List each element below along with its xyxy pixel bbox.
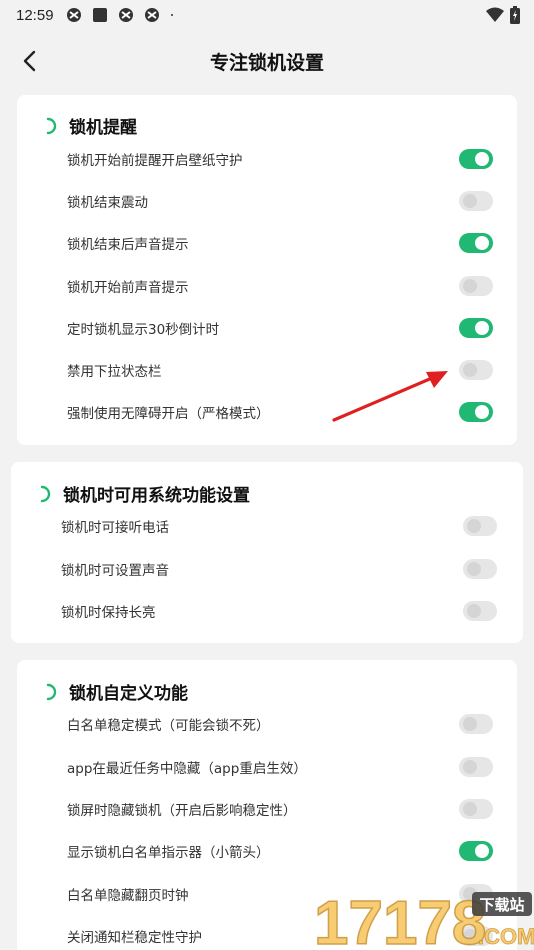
setting-label: 定时锁机显示30秒倒计时 [67, 322, 220, 338]
toggle-knob [463, 802, 477, 816]
status-bar: 12:59 [0, 0, 534, 30]
setting-label: 禁用下拉状态栏 [67, 364, 162, 380]
square-notification-icon [92, 8, 107, 22]
section-card-system-functions: 锁机时可用系统功能设置 锁机时可接听电话 锁机时可设置声音 锁机时保持长亮 [11, 462, 523, 643]
setting-label: 锁机时保持长亮 [61, 605, 156, 621]
toggle-knob [475, 405, 489, 419]
setting-row: 显示锁机白名单指示器（小箭头） [67, 830, 493, 872]
toggle-switch[interactable] [459, 149, 493, 169]
loading-arc-icon [46, 683, 57, 700]
watermark-number: 17178 [314, 889, 486, 950]
toggle-switch[interactable] [459, 841, 493, 861]
setting-row: 锁机时可接听电话 [61, 505, 497, 547]
wifi-icon [486, 7, 504, 22]
section-title: 锁机自定义功能 [69, 684, 188, 704]
section-header: 锁机自定义功能 [43, 679, 188, 704]
toggle-switch[interactable] [463, 516, 497, 536]
red-arrow-annotation [332, 371, 448, 422]
setting-row: 白名单稳定模式（可能会锁不死） [67, 703, 493, 745]
setting-label: 锁机开始前提醒开启壁纸守护 [67, 153, 243, 169]
setting-label: 锁机开始前声音提示 [67, 280, 189, 296]
status-time: 12:59 [16, 6, 54, 24]
setting-row: 定时锁机显示30秒倒计时 [67, 307, 493, 349]
toggle-switch[interactable] [463, 559, 497, 579]
loading-arc-icon [46, 117, 57, 134]
toggle-knob [475, 844, 489, 858]
title-bar: 专注锁机设置 [0, 36, 534, 86]
toggle-switch[interactable] [459, 191, 493, 211]
toggle-knob [467, 604, 481, 618]
toggle-knob [467, 519, 481, 533]
setting-label: 锁机结束后声音提示 [67, 237, 189, 253]
toggle-switch[interactable] [459, 276, 493, 296]
loading-arc-icon [40, 485, 51, 502]
setting-row: 锁机时保持长亮 [61, 590, 497, 632]
toggle-switch[interactable] [463, 601, 497, 621]
setting-row: 锁机结束后声音提示 [67, 222, 493, 264]
toggle-switch[interactable] [459, 757, 493, 777]
watermark-suffix: .COM [478, 924, 534, 949]
section-header: 锁机时可用系统功能设置 [37, 481, 250, 506]
setting-label: 锁机结束震动 [67, 195, 148, 211]
toggle-knob [463, 194, 477, 208]
setting-label: 锁机时可接听电话 [61, 520, 169, 536]
page-title: 专注锁机设置 [209, 51, 324, 74]
toggle-knob [463, 363, 477, 377]
chevron-left-icon [23, 50, 36, 72]
setting-row: 锁机结束震动 [67, 180, 493, 222]
app-notification-icon [118, 8, 133, 22]
setting-label: 显示锁机白名单指示器（小箭头） [67, 845, 270, 861]
back-button[interactable] [14, 46, 44, 76]
toggle-knob [475, 236, 489, 250]
setting-label: 锁机时可设置声音 [61, 563, 169, 579]
setting-row: 锁机时可设置声音 [61, 548, 497, 590]
toggle-switch[interactable] [459, 233, 493, 253]
section-header: 锁机提醒 [43, 113, 137, 138]
setting-row: 锁机开始前声音提示 [67, 265, 493, 307]
setting-label: 关闭通知栏稳定性守护 [67, 930, 202, 946]
section-title: 锁机时可用系统功能设置 [63, 486, 250, 506]
watermark-badge: 下载站 [479, 896, 524, 914]
toggle-knob [467, 562, 481, 576]
more-dot-icon [170, 14, 173, 16]
setting-row: 锁机开始前提醒开启壁纸守护 [67, 138, 493, 180]
section-title: 锁机提醒 [69, 118, 137, 138]
toggle-switch[interactable] [459, 360, 493, 380]
toggle-switch[interactable] [459, 318, 493, 338]
toggle-knob [475, 152, 489, 166]
setting-label: 白名单隐藏翻页时钟 [67, 888, 189, 904]
toggle-knob [463, 279, 477, 293]
toggle-switch[interactable] [459, 799, 493, 819]
setting-label: app在最近任务中隐藏（app重启生效） [67, 761, 307, 777]
toggle-knob [463, 760, 477, 774]
site-watermark-logo: 17178 下载站 .COM [313, 888, 534, 950]
setting-row: 锁屏时隐藏锁机（开启后影响稳定性） [67, 788, 493, 830]
setting-label: 白名单稳定模式（可能会锁不死） [67, 718, 270, 734]
toggle-knob [475, 321, 489, 335]
toggle-knob [463, 717, 477, 731]
setting-row: app在最近任务中隐藏（app重启生效） [67, 746, 493, 788]
toggle-switch[interactable] [459, 402, 493, 422]
app-notification-icon [144, 8, 159, 22]
app-notification-icon [66, 8, 81, 22]
battery-icon [510, 6, 520, 24]
toggle-switch[interactable] [459, 714, 493, 734]
setting-label: 锁屏时隐藏锁机（开启后影响稳定性） [67, 803, 297, 819]
setting-label: 强制使用无障碍开启（严格模式） [67, 406, 270, 422]
